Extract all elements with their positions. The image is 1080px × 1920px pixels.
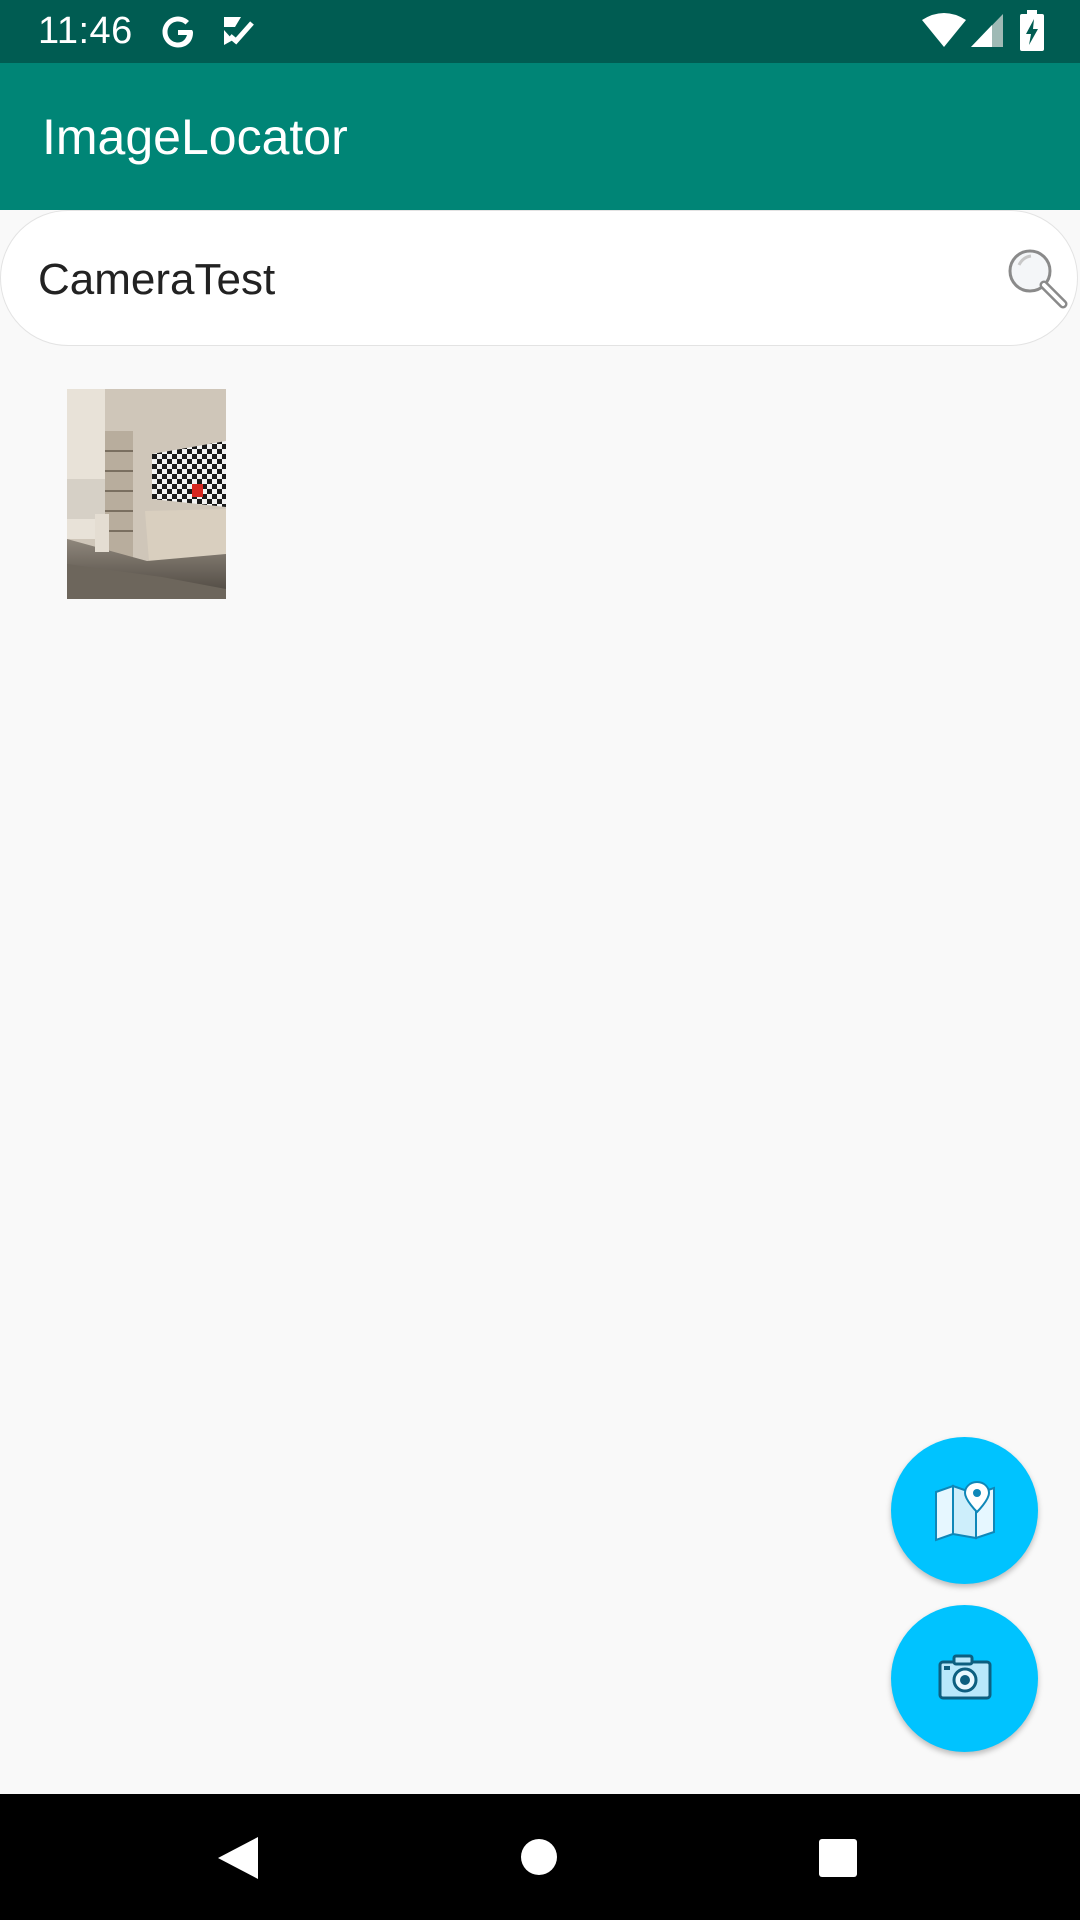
cell-signal-icon	[971, 14, 1003, 47]
status-bar: 11:46	[0, 0, 1080, 63]
home-icon[interactable]	[520, 1838, 558, 1876]
search-icon[interactable]	[1005, 246, 1069, 310]
app-bar: ImageLocator	[0, 63, 1080, 210]
status-time: 11:46	[38, 10, 133, 52]
map-icon	[935, 1480, 995, 1542]
battery-charging-icon	[1020, 10, 1044, 51]
nav-bar	[0, 1794, 1080, 1920]
recents-icon[interactable]	[818, 1838, 858, 1878]
google-g-icon	[162, 16, 193, 48]
map-button[interactable]	[891, 1437, 1038, 1584]
search-field[interactable]: CameraTest	[0, 210, 1078, 346]
wifi-icon	[922, 13, 966, 47]
search-query-text[interactable]: CameraTest	[38, 255, 275, 305]
camera-icon	[938, 1654, 992, 1700]
photo-thumbnail[interactable]	[67, 389, 226, 599]
task-check-icon	[224, 17, 254, 45]
back-icon[interactable]	[216, 1835, 260, 1881]
camera-button[interactable]	[891, 1605, 1038, 1752]
app-title: ImageLocator	[42, 109, 348, 165]
